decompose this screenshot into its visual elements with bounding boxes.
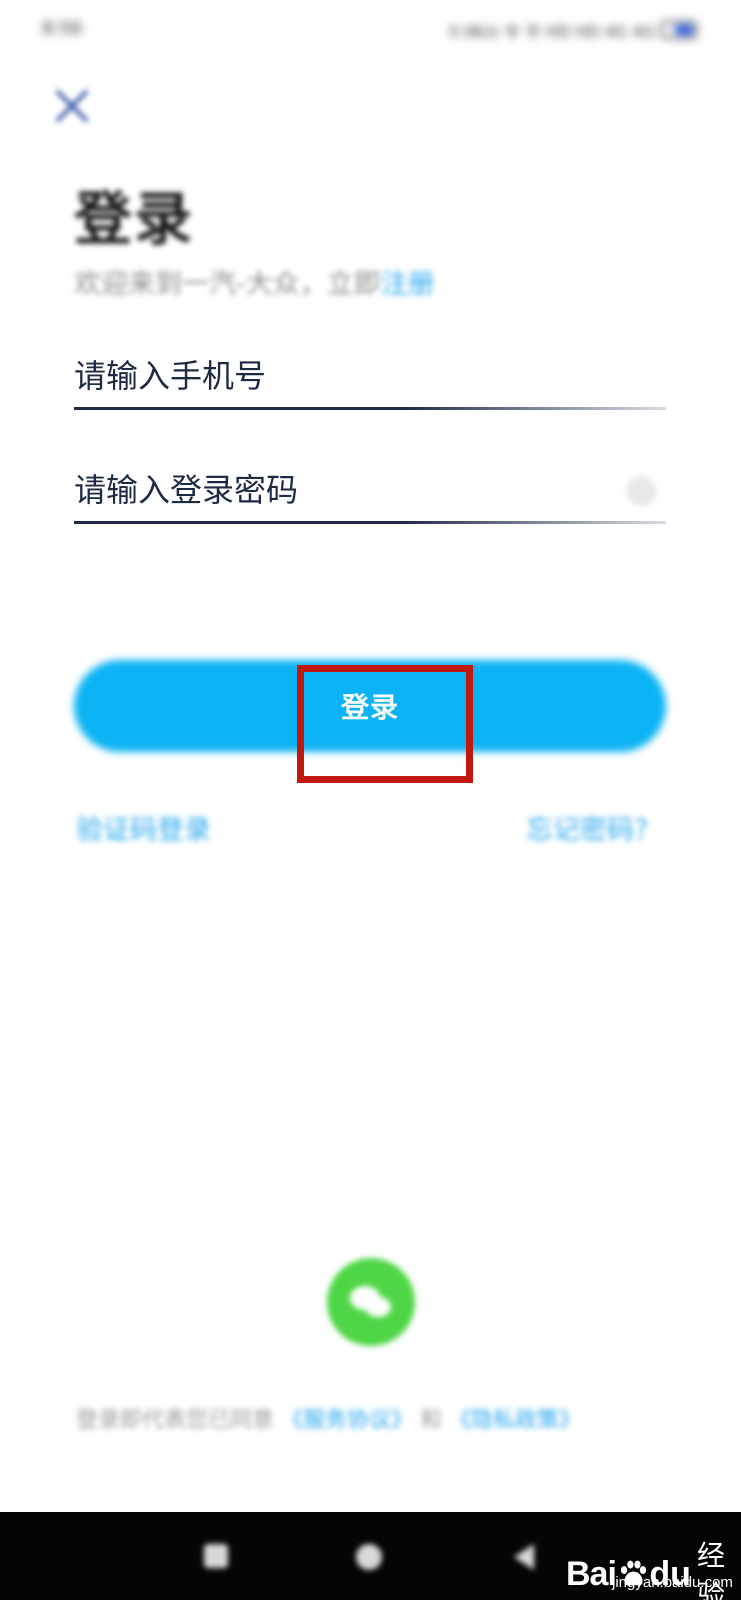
status-indicator-text: 0.9K/s 令 令 HD HD 4G 4G <box>448 22 655 41</box>
welcome-subtitle: 欢迎来到一汽-大众，立即注册 <box>74 262 435 301</box>
wechat-login-button[interactable] <box>327 1258 415 1346</box>
welcome-text: 欢迎来到一汽-大众，立即 <box>74 269 381 300</box>
close-icon <box>56 90 88 122</box>
page-title: 登录 <box>74 185 195 253</box>
register-link[interactable]: 注册 <box>381 269 435 300</box>
close-button[interactable] <box>50 84 94 128</box>
home-button[interactable] <box>356 1544 382 1570</box>
password-underline <box>74 521 666 524</box>
password-field[interactable] <box>74 462 666 532</box>
status-indicators: 0.9K/s 令 令 HD HD 4G 4G <box>449 18 697 42</box>
wechat-icon <box>350 1286 391 1317</box>
agreement-prefix: 登录即代表您已同意 <box>76 1408 275 1433</box>
forgot-password-link[interactable]: 忘记密码？ <box>526 808 661 847</box>
watermark-url: jingyan.baidu.com <box>612 1574 733 1591</box>
sms-login-link[interactable]: 验证码登录 <box>76 808 211 847</box>
password-input[interactable] <box>74 462 666 518</box>
status-time: 8:56 <box>42 18 83 39</box>
agreement-text: 登录即代表您已同意 《服务协议》 和 《隐私政策》 <box>76 1402 581 1434</box>
phone-field[interactable] <box>74 348 666 418</box>
battery-icon <box>661 21 697 39</box>
back-button[interactable] <box>514 1544 534 1570</box>
watermark-bai: Bai <box>566 1554 617 1593</box>
privacy-link[interactable]: 《隐私政策》 <box>449 1408 581 1433</box>
phone-underline <box>74 407 666 410</box>
status-bar: 8:56 0.9K/s 令 令 HD HD 4G 4G <box>0 0 741 60</box>
login-button-label: 登录 <box>340 691 399 724</box>
phone-input[interactable] <box>74 348 666 404</box>
terms-link[interactable]: 《服务协议》 <box>281 1408 413 1433</box>
recent-apps-button[interactable] <box>204 1544 228 1568</box>
eye-icon[interactable] <box>626 476 656 506</box>
agreement-and: 和 <box>420 1408 443 1433</box>
